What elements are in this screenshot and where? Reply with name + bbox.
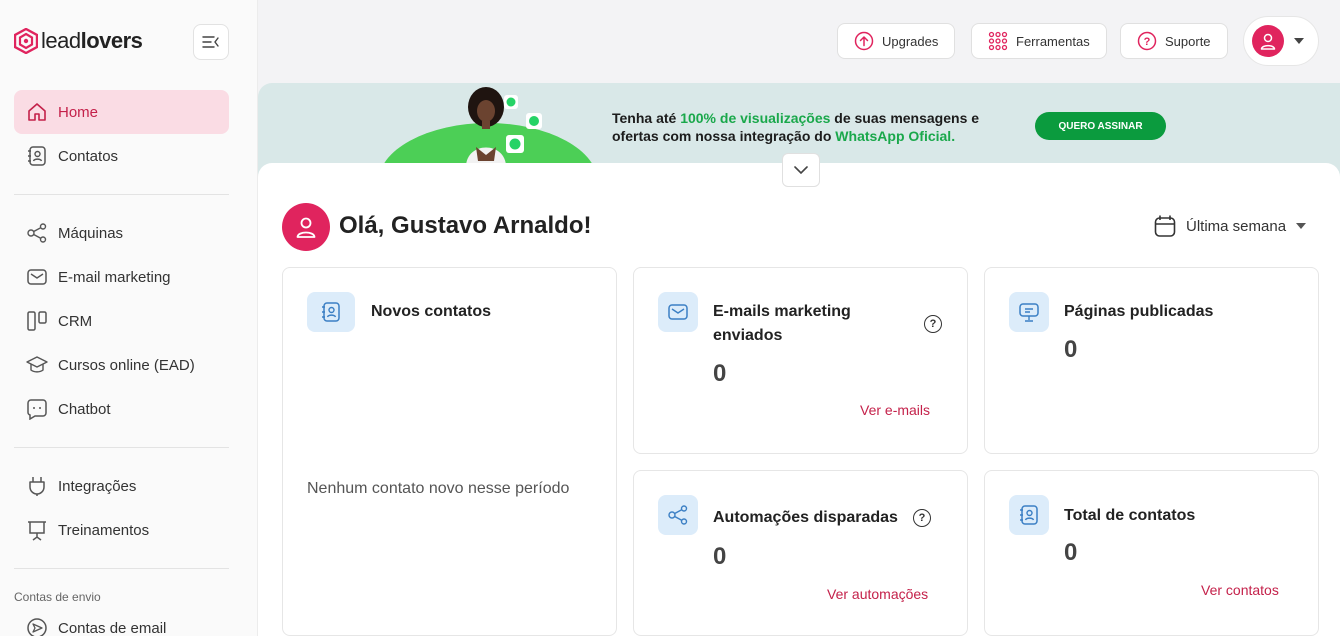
whatsapp-icon: [526, 113, 542, 129]
sidebar-item-contatos[interactable]: Contatos: [14, 134, 229, 178]
card-title: Novos contatos: [371, 303, 492, 320]
graduation-cap-icon: [26, 356, 48, 373]
suporte-button[interactable]: ? Suporte: [1120, 23, 1228, 59]
columns-icon: [27, 311, 47, 331]
sidebar: leadlovers Home Contatos Máquinas E-mail…: [0, 0, 258, 636]
automacoes-disparadas-card: Automações disparadas ? 0 Ver automações: [633, 470, 968, 636]
ver-contatos-link[interactable]: Ver contatos: [1201, 582, 1279, 598]
avatar: [282, 203, 330, 251]
page-title: Olá, Gustavo Arnaldo!: [339, 212, 592, 239]
sidebar-item-maquinas[interactable]: Máquinas: [14, 211, 229, 255]
arrow-up-circle-icon: [854, 31, 874, 51]
chat-icon: [27, 399, 47, 420]
sidebar-item-label: Treinamentos: [58, 521, 150, 539]
plug-icon: [29, 477, 45, 496]
home-icon: [28, 103, 46, 121]
sidebar-item-label: Cursos online (EAD): [58, 356, 195, 374]
empty-state-message: Nenhum contato novo nesse período: [307, 480, 570, 497]
sidebar-item-label: Integrações: [58, 477, 137, 495]
card-icon-box: [1009, 292, 1049, 332]
total-contatos-card: Total de contatos 0 Ver contatos: [984, 470, 1319, 636]
card-title: E-mails marketing enviados: [713, 303, 851, 344]
contacts-icon: [322, 302, 340, 322]
sidebar-item-crm[interactable]: CRM: [14, 299, 229, 343]
card-icon-box: [658, 292, 698, 332]
send-icon: [27, 618, 47, 636]
ferramentas-label: Ferramentas: [1016, 33, 1090, 49]
sidebar-item-label: Contas de email: [58, 619, 167, 636]
svg-text:?: ?: [1144, 36, 1151, 48]
quero-assinar-button[interactable]: QUERO ASSINAR: [1035, 112, 1166, 140]
sidebar-divider: [14, 194, 229, 195]
collapse-sidebar-button[interactable]: [193, 24, 229, 60]
section-label-contas-de-envio: Contas de envio: [14, 590, 101, 604]
sidebar-item-chatbot[interactable]: Chatbot: [14, 387, 229, 431]
sidebar-item-label: CRM: [58, 312, 93, 330]
help-icon[interactable]: ?: [913, 509, 931, 527]
period-select[interactable]: Última semana: [1154, 214, 1307, 238]
mail-icon: [668, 304, 688, 320]
sidebar-divider: [14, 568, 229, 569]
chevron-down-icon: [794, 166, 808, 174]
card-icon-box: [307, 292, 355, 332]
sidebar-item-label: Home: [58, 103, 99, 121]
novos-contatos-card: Novos contatos Nenhum contato novo nesse…: [282, 267, 617, 636]
user-icon: [1260, 33, 1276, 50]
banner-text: Tenha até 100% de visualizações de suas …: [612, 110, 980, 144]
avatar: [1252, 25, 1284, 57]
sidebar-item-integracoes[interactable]: Integrações: [14, 464, 229, 508]
grid-dots-icon: [988, 31, 1008, 51]
sidebar-item-home[interactable]: Home: [14, 90, 229, 134]
calendar-icon: [1154, 215, 1176, 237]
share-nodes-icon: [668, 505, 688, 525]
logo-hexagon-icon: [14, 28, 38, 54]
suporte-label: Suporte: [1165, 33, 1211, 49]
card-value: 0: [1064, 539, 1078, 566]
sidebar-item-label: Contatos: [58, 147, 119, 165]
card-value: 0: [1064, 336, 1078, 363]
sidebar-divider: [14, 447, 229, 448]
mail-icon: [27, 269, 47, 285]
ferramentas-button[interactable]: Ferramentas: [971, 23, 1107, 59]
caret-down-icon: [1296, 223, 1307, 229]
upgrades-label: Upgrades: [882, 33, 939, 49]
user-menu-button[interactable]: [1243, 16, 1319, 66]
whatsapp-icon: [504, 95, 518, 109]
period-label: Última semana: [1186, 217, 1287, 235]
presentation-icon: [28, 521, 46, 541]
sidebar-item-label: E-mail marketing: [58, 268, 171, 286]
leadlovers-logo[interactable]: leadlovers: [14, 28, 143, 54]
card-title: Total de contatos: [1064, 507, 1196, 524]
collapse-menu-icon: [202, 36, 219, 48]
card-value: 0: [713, 360, 727, 387]
whatsapp-icon: [506, 135, 524, 153]
sidebar-item-label: Máquinas: [58, 224, 124, 242]
card-title: Automações disparadas: [713, 509, 898, 526]
expand-banner-button[interactable]: [782, 153, 820, 187]
sidebar-item-label: Chatbot: [58, 400, 111, 418]
card-value: 0: [713, 543, 727, 570]
upgrades-button[interactable]: Upgrades: [837, 23, 956, 59]
paginas-publicadas-card: Páginas publicadas 0: [984, 267, 1319, 454]
ver-automacoes-link[interactable]: Ver automações: [827, 586, 928, 602]
logo-text: leadlovers: [41, 28, 143, 53]
sidebar-item-email-marketing[interactable]: E-mail marketing: [14, 255, 229, 299]
card-icon-box: [658, 495, 698, 535]
emails-enviados-card: E-mails marketing enviados ? 0 Ver e-mail…: [633, 267, 968, 454]
monitor-icon: [1019, 303, 1039, 322]
card-title: Páginas publicadas: [1064, 303, 1214, 320]
share-nodes-icon: [27, 223, 47, 243]
contacts-icon: [1020, 505, 1038, 525]
ver-emails-link[interactable]: Ver e-mails: [860, 402, 930, 418]
sidebar-item-contas-de-email[interactable]: Contas de email: [14, 606, 229, 636]
help-circle-icon: ?: [1137, 31, 1157, 51]
sidebar-item-cursos[interactable]: Cursos online (EAD): [14, 343, 229, 387]
user-icon: [296, 217, 316, 238]
sidebar-item-treinamentos[interactable]: Treinamentos: [14, 508, 229, 552]
contacts-icon: [28, 146, 46, 166]
caret-down-icon: [1294, 38, 1304, 44]
card-icon-box: [1009, 495, 1049, 535]
help-icon[interactable]: ?: [924, 315, 942, 333]
